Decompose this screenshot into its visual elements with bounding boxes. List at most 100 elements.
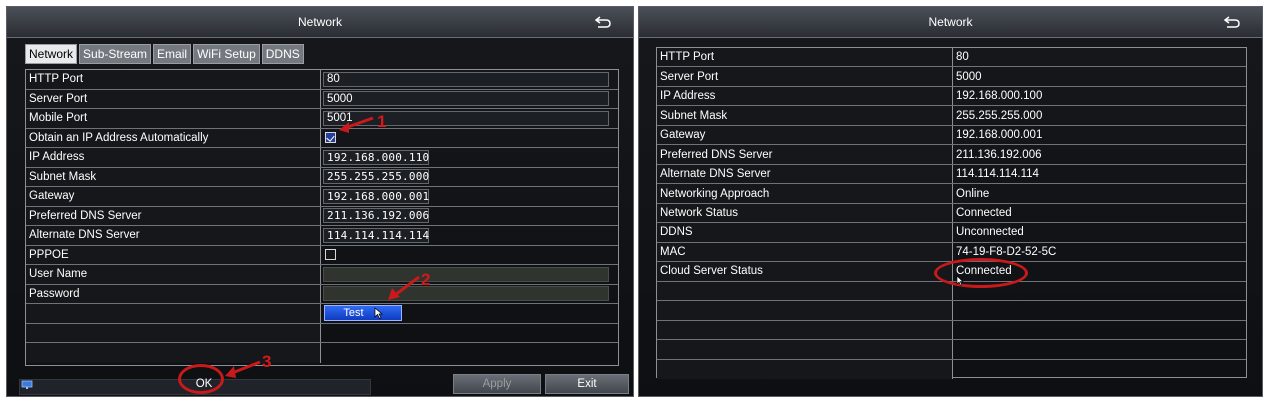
table-row: PPPOE [26, 245, 618, 265]
row-value: 192.168.000.001 [956, 129, 1043, 142]
http-port-label: HTTP Port [26, 70, 321, 89]
tab-email[interactable]: Email [153, 44, 192, 64]
alternate-dns-label: Alternate DNS Server [26, 226, 321, 245]
empty-label [26, 343, 321, 363]
user-name-field[interactable] [323, 266, 609, 282]
row-value: 114.114.114.114 [956, 168, 1039, 181]
table-row [26, 343, 618, 363]
settings-tabs: Network Sub-Stream Email WiFi Setup DDNS [25, 44, 304, 64]
network-settings-table: HTTP Port 80 Server Port 5000 Mobile Por… [25, 69, 619, 366]
row-label: Networking Approach [657, 184, 953, 203]
pppoe-checkbox[interactable] [325, 249, 336, 261]
row-value: Online [956, 187, 990, 200]
network-status-window: Network HTTP Port 80 Server Port 5000 IP A… [638, 6, 1263, 397]
table-row: Networking Approach Online [657, 184, 1246, 204]
table-row: Alternate DNS Server 114.114.114.114 [26, 226, 618, 246]
test-button[interactable]: Test [324, 305, 402, 322]
row-value: 80 [956, 51, 969, 64]
title-bar: Network [7, 7, 633, 38]
return-icon [1224, 16, 1240, 28]
window-title: Network [928, 15, 973, 29]
http-port-field[interactable]: 80 [323, 71, 609, 87]
alternate-dns-field[interactable]: 114.114.114.114 [323, 227, 429, 243]
ip-address-label: IP Address [26, 148, 321, 167]
row-label [657, 340, 953, 359]
ok-button[interactable]: OK [175, 374, 233, 394]
row-value: 74-19-F8-D2-52-5C [956, 245, 1057, 258]
table-row: Preferred DNS Server 211.136.192.006 [26, 206, 618, 226]
row-label: Preferred DNS Server [657, 145, 953, 164]
row-value: 192.168.000.100 [956, 90, 1043, 103]
table-row [657, 359, 1246, 379]
table-row: Test [26, 304, 618, 324]
row-value: 5000 [956, 70, 982, 83]
table-row: IP Address 192.168.000.100 [657, 86, 1246, 107]
table-row: MAC 74-19-F8-D2-52-5C [657, 242, 1246, 263]
table-row [657, 320, 1246, 341]
table-row: Server Port 5000 [657, 67, 1246, 87]
table-row [657, 340, 1246, 360]
tab-wifi-setup[interactable]: WiFi Setup [193, 44, 260, 64]
network-settings-window: Network Network Sub-Stream Email WiFi Se… [6, 6, 634, 397]
pppoe-label: PPPOE [26, 245, 321, 264]
row-label: MAC [657, 242, 953, 262]
table-row [657, 301, 1246, 321]
mobile-port-field[interactable]: 5001 [323, 110, 609, 126]
subnet-mask-label: Subnet Mask [26, 167, 321, 186]
exit-button[interactable]: Exit [545, 374, 629, 394]
row-value: 211.136.192.006 [956, 148, 1042, 161]
row-label: DDNS [657, 223, 953, 242]
empty-label [26, 323, 321, 342]
table-row: Gateway 192.168.000.001 [657, 125, 1246, 146]
network-status-icon [21, 380, 33, 389]
gateway-field[interactable]: 192.168.000.001 [323, 188, 429, 204]
password-field[interactable] [323, 286, 609, 302]
row-value: Unconnected [956, 226, 1024, 239]
cloud-status-value: Connected [956, 265, 1012, 278]
table-row: IP Address 192.168.000.110 [26, 148, 618, 168]
row-label: Server Port [657, 67, 953, 86]
table-row [26, 323, 618, 343]
back-button[interactable] [591, 12, 615, 32]
table-row: Subnet Mask 255.255.255.000 [26, 167, 618, 187]
tab-ddns[interactable]: DDNS [261, 44, 304, 64]
server-port-field[interactable]: 5000 [323, 91, 609, 107]
table-row: Gateway 192.168.000.001 [26, 187, 618, 207]
table-row: Subnet Mask 255.255.255.000 [657, 106, 1246, 126]
preferred-dns-field[interactable]: 211.136.192.006 [323, 208, 429, 224]
row-label: HTTP Port [657, 48, 953, 67]
table-row: Password [26, 284, 618, 304]
return-icon [595, 16, 611, 28]
network-status-table: HTTP Port 80 Server Port 5000 IP Address 19… [656, 47, 1247, 379]
back-button[interactable] [1220, 12, 1244, 32]
tab-sub-stream[interactable]: Sub-Stream [79, 44, 152, 64]
table-row: Server Port 5000 [26, 89, 618, 109]
row-value [953, 301, 1246, 319]
obtain-ip-checkbox[interactable] [325, 132, 336, 144]
table-row: Preferred DNS Server 211.136.192.006 [657, 145, 1246, 165]
table-row [657, 281, 1246, 302]
row-value [953, 321, 1246, 339]
row-value: Connected [956, 206, 1012, 219]
mouse-cursor-icon [374, 307, 383, 320]
table-row: HTTP Port 80 [26, 70, 618, 90]
password-label: Password [26, 284, 321, 303]
subnet-mask-field[interactable]: 255.255.255.000 [323, 169, 429, 185]
row-label: Subnet Mask [657, 106, 953, 125]
server-port-label: Server Port [26, 89, 321, 108]
row-value: 255.255.255.000 [956, 109, 1043, 122]
bottom-bar: OK Apply Exit [7, 373, 633, 395]
apply-button[interactable]: Apply [453, 374, 541, 394]
table-row: Network Status Connected [657, 203, 1246, 224]
ip-address-field[interactable]: 192.168.000.110 [323, 149, 429, 165]
test-button-label: Test [343, 307, 364, 320]
row-value [953, 340, 1246, 358]
tab-network[interactable]: Network [25, 44, 78, 64]
row-value [953, 360, 1246, 379]
title-bar: Network [639, 7, 1262, 38]
row-value [953, 282, 1246, 300]
table-row: User Name [26, 265, 618, 285]
obtain-ip-label: Obtain an IP Address Automatically [26, 128, 321, 147]
row-label: Network Status [657, 203, 953, 223]
preferred-dns-label: Preferred DNS Server [26, 206, 321, 225]
